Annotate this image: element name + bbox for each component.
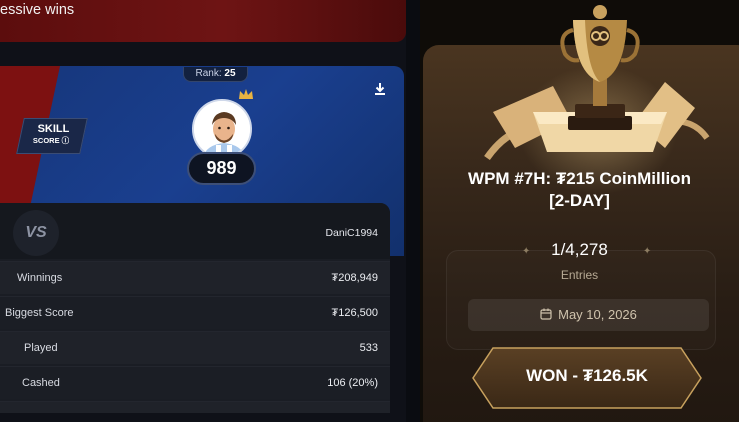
skill-score-value: 989: [187, 152, 256, 185]
skill-sub-label: SCORE ⓘ: [32, 136, 70, 145]
download-icon[interactable]: [374, 82, 386, 96]
entries-label: Entries: [560, 268, 599, 282]
promo-banner[interactable]: essive wins: [0, 0, 406, 42]
opponent-name[interactable]: DaniC1994: [325, 227, 378, 239]
screen: essive wins Rank: 25 SKILL SCORE ⓘ 989 V…: [0, 0, 739, 422]
stat-label: Winnings: [17, 272, 63, 284]
stat-label: Cashed: [22, 377, 60, 389]
tournament-title-line1: WPM #7H: ₮215 CoinMillion: [468, 169, 691, 188]
rank-label: Rank:: [195, 68, 222, 79]
tournament-title: WPM #7H: ₮215 CoinMillion [2-DAY]: [420, 168, 739, 212]
skill-label: SKILL: [37, 123, 70, 135]
stat-value: 533: [359, 342, 378, 354]
finish-position: 1/4,278: [551, 240, 608, 259]
tournament-date-text: May 10, 2026: [558, 307, 637, 322]
rank-value: 25: [224, 68, 236, 79]
tournament-title-line2: [2-DAY]: [549, 191, 610, 210]
panel-divider: [406, 0, 420, 422]
skill-score-badge[interactable]: SKILL SCORE ⓘ: [16, 118, 88, 154]
promo-banner-text: essive wins: [0, 2, 75, 18]
table-row: Played 533: [0, 331, 390, 364]
tournament-date: May 10, 2026: [468, 299, 709, 331]
table-row: Cashed 106 (20%): [0, 366, 390, 399]
stat-label: Played: [24, 342, 58, 354]
trophy-icon: [484, 5, 710, 161]
table-row: Biggest Score ₮126,500: [0, 296, 390, 329]
player-panel: essive wins Rank: 25 SKILL SCORE ⓘ 989 V…: [0, 0, 406, 422]
stat-label: Biggest Score: [5, 307, 74, 319]
stats-table: VS DaniC1994 Winnings ₮208,949 Biggest S…: [0, 203, 390, 413]
stat-value: ₮208,949: [331, 272, 378, 284]
table-row: [0, 401, 390, 413]
stat-value: 106 (20%): [327, 377, 378, 389]
calendar-icon: [540, 308, 552, 320]
vs-badge: VS: [13, 210, 59, 256]
won-amount: WON - ₮126.5K: [526, 366, 648, 385]
crown-icon: [239, 89, 253, 99]
stat-value: ₮126,500: [331, 307, 378, 319]
table-row: Winnings ₮208,949: [0, 261, 390, 294]
stats-header: VS DaniC1994: [0, 203, 390, 259]
avatar[interactable]: [192, 99, 252, 159]
rank-badge: Rank: 25: [183, 67, 248, 82]
